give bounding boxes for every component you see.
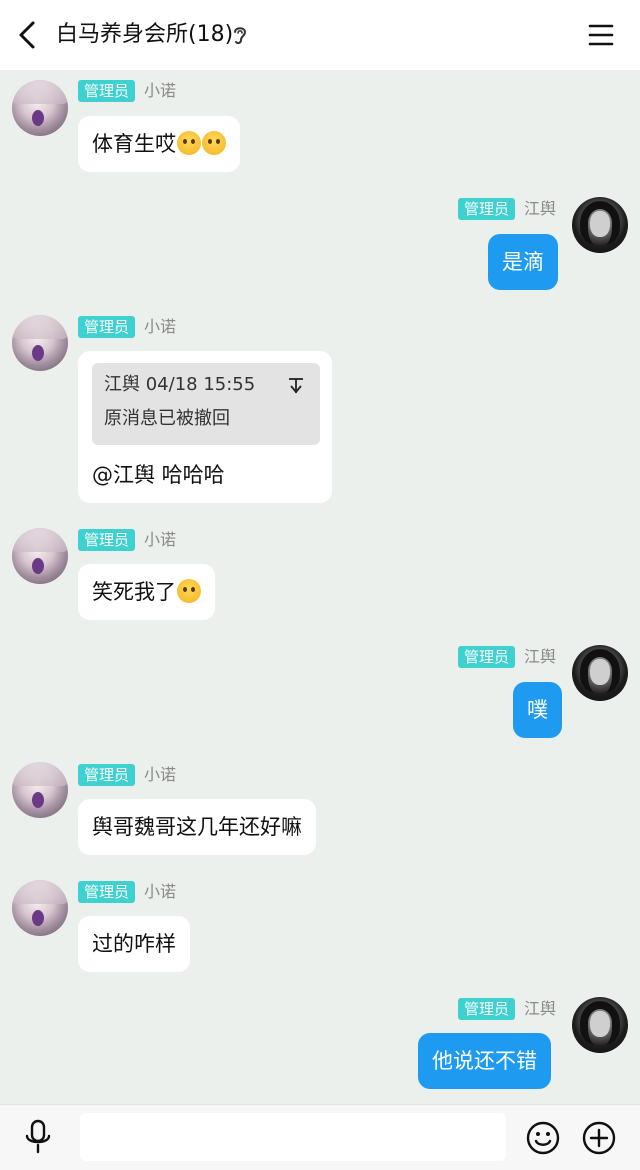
- avatar[interactable]: [572, 997, 628, 1053]
- sender-name: 小诺: [144, 882, 177, 901]
- message-text: 舆哥魏哥这几年还好嘛: [92, 815, 302, 839]
- admin-badge: 管理员: [78, 764, 136, 786]
- avatar[interactable]: [12, 762, 68, 818]
- emoji-button[interactable]: [526, 1121, 560, 1155]
- message-bubble[interactable]: 体育生哎: [78, 116, 240, 172]
- message-bubble[interactable]: 舆哥魏哥这几年还好嘛: [78, 799, 316, 855]
- avatar[interactable]: [12, 315, 68, 371]
- message-bubble[interactable]: 他说还不错: [418, 1033, 551, 1089]
- message-bubble[interactable]: 是滴: [488, 234, 558, 290]
- more-button[interactable]: [582, 1121, 616, 1155]
- plus-icon: [582, 1121, 616, 1155]
- sender-name: 江舆: [524, 999, 557, 1018]
- avatar[interactable]: [12, 528, 68, 584]
- admin-badge: 管理员: [78, 80, 136, 102]
- message-text: 过的咋样: [92, 932, 176, 956]
- emoji-icon: [202, 131, 226, 155]
- avatar[interactable]: [572, 197, 628, 253]
- back-button[interactable]: [12, 17, 42, 53]
- message-text: 体育生哎: [92, 132, 176, 156]
- admin-badge: 管理员: [458, 998, 516, 1020]
- admin-badge: 管理员: [458, 646, 516, 668]
- admin-badge: 管理员: [78, 316, 136, 338]
- admin-badge: 管理员: [78, 881, 136, 903]
- message-bubble[interactable]: 笑死我了: [78, 564, 215, 620]
- chat-message-list[interactable]: 管理员 小诺 体育生哎 管理员 江舆 是滴 管理员 小诺 江舆 04/18 15…: [0, 70, 640, 1104]
- admin-badge: 管理员: [78, 529, 136, 551]
- chat-header: 白马养身会所(18): [0, 0, 640, 70]
- emoji-icon: [177, 579, 201, 603]
- arrow-down-icon: [289, 378, 303, 394]
- smiley-icon: [526, 1121, 560, 1155]
- microphone-icon: [25, 1119, 51, 1154]
- sender-name: 小诺: [144, 765, 177, 784]
- sender-name: 江舆: [524, 647, 557, 666]
- avatar[interactable]: [12, 880, 68, 936]
- message-text: 笑死我了: [92, 580, 176, 604]
- message-text: @江舆 哈哈哈: [92, 463, 225, 487]
- admin-badge: 管理员: [458, 198, 516, 220]
- message-bubble[interactable]: 噗: [513, 682, 562, 738]
- message-text: 他说还不错: [432, 1049, 537, 1073]
- chevron-left-icon: [19, 21, 35, 49]
- sender-name: 江舆: [524, 199, 557, 218]
- sender-name: 小诺: [144, 317, 177, 336]
- quoted-reply-meta: 江舆 04/18 15:55: [104, 374, 256, 395]
- message-text: 是滴: [502, 250, 544, 274]
- message-bubble[interactable]: 过的咋样: [78, 916, 190, 972]
- message-text: 噗: [527, 698, 548, 722]
- chat-title: 白马养身会所(18): [56, 22, 234, 47]
- sender-name: 小诺: [144, 530, 177, 549]
- voice-button[interactable]: [22, 1118, 54, 1156]
- quoted-reply-text: 原消息已被撤回: [104, 408, 230, 429]
- avatar[interactable]: [12, 80, 68, 136]
- quoted-reply[interactable]: 江舆 04/18 15:55 原消息已被撤回: [92, 363, 320, 445]
- sender-name: 小诺: [144, 81, 177, 100]
- menu-icon: [588, 24, 614, 46]
- emoji-icon: [177, 131, 201, 155]
- avatar[interactable]: [572, 645, 628, 701]
- menu-button[interactable]: [586, 19, 616, 51]
- message-input[interactable]: [80, 1113, 506, 1161]
- message-input-bar: [0, 1104, 640, 1170]
- ear-icon[interactable]: [232, 24, 248, 46]
